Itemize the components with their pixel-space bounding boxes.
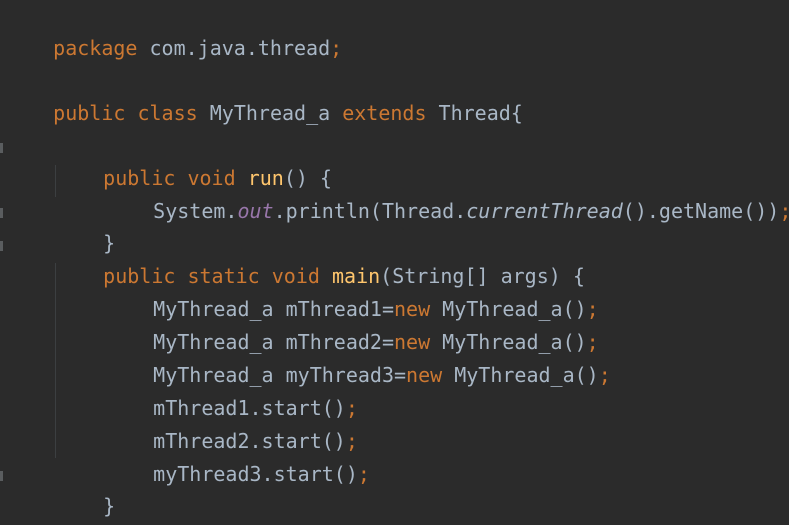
- code-line-thread3[interactable]: MyThread_a myThread3=new MyThread_a();: [5, 327, 611, 387]
- keyword: new: [406, 363, 443, 387]
- semicolon: ;: [357, 462, 370, 486]
- code-token: .println(Thread.: [273, 199, 467, 223]
- code-editor[interactable]: package com.java.thread; public class My…: [0, 0, 789, 525]
- static-method: currentThread: [466, 199, 623, 223]
- code-line-thread2[interactable]: MyThread_a mThread2=new MyThread_a();: [5, 294, 599, 354]
- class-name: MyThread_a: [209, 101, 331, 125]
- keyword: class: [137, 101, 198, 125]
- static-field: out: [237, 199, 274, 223]
- fold-marker[interactable]: [0, 208, 3, 218]
- brace: }: [103, 494, 116, 518]
- code-token: myThread3.start(): [153, 462, 358, 486]
- semicolon: ;: [779, 199, 789, 223]
- code-line-println[interactable]: System.out.println(Thread.currentThread(…: [5, 163, 789, 223]
- parent-class: Thread{: [438, 101, 523, 125]
- code-line-start3[interactable]: myThread3.start();: [5, 426, 370, 486]
- code-line-start2[interactable]: mThread2.start();: [5, 393, 358, 453]
- code-line-class-declaration[interactable]: public class MyThread_a extends Thread{: [5, 65, 523, 125]
- code-token: MyThread_a(): [442, 363, 599, 387]
- fold-marker[interactable]: [0, 471, 3, 481]
- fold-marker[interactable]: [0, 143, 3, 153]
- code-line-main-method[interactable]: public static void main(String[] args) {: [5, 228, 585, 288]
- code-token: System.: [153, 199, 238, 223]
- package-name: com.java.thread: [137, 36, 331, 60]
- code-line-start1[interactable]: mThread1.start();: [5, 360, 358, 420]
- fold-marker[interactable]: [0, 241, 3, 251]
- code-line-thread1[interactable]: MyThread_a mThread1=new MyThread_a();: [5, 261, 599, 321]
- code-line-package[interactable]: package com.java.thread;: [5, 0, 342, 60]
- code-line-close-brace[interactable]: }: [5, 458, 115, 518]
- semicolon: ;: [330, 36, 343, 60]
- code-line-run-method[interactable]: public void run() {: [5, 130, 332, 190]
- code-line-close-brace[interactable]: }: [5, 490, 65, 522]
- keyword: public: [53, 101, 126, 125]
- keyword: extends: [342, 101, 427, 125]
- code-token: ().getName()): [622, 199, 780, 223]
- semicolon: ;: [598, 363, 611, 387]
- keyword: package: [53, 36, 138, 60]
- code-line-close-brace[interactable]: }: [5, 195, 115, 255]
